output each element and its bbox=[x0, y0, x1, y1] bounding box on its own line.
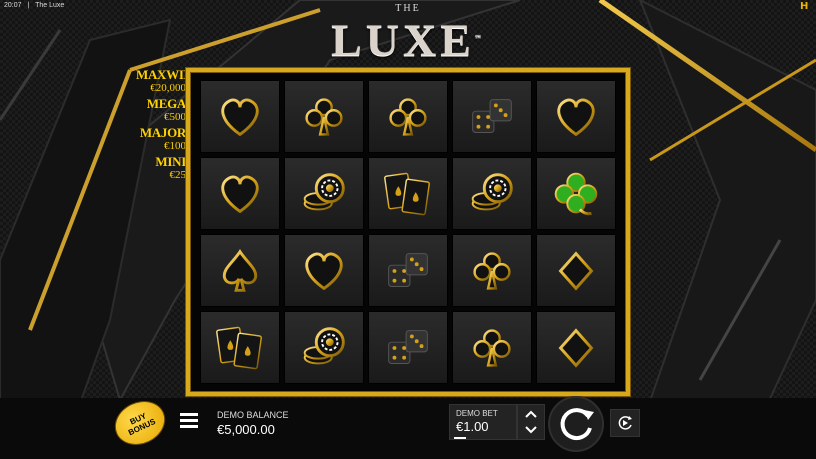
heart-icon bbox=[305, 252, 343, 290]
reel-cell bbox=[284, 80, 364, 153]
jackpot-value: €100 bbox=[164, 140, 186, 152]
reel-cell bbox=[452, 234, 532, 307]
reel-cell bbox=[368, 157, 448, 230]
spin-icon bbox=[560, 408, 594, 441]
chevron-up-icon[interactable] bbox=[518, 405, 544, 422]
reel-cell bbox=[536, 311, 616, 384]
game-logo: THE LUXE™ bbox=[0, 4, 816, 64]
reel-cell bbox=[536, 234, 616, 307]
buy-bonus-label: BUY BONUS bbox=[123, 409, 157, 437]
heart-icon bbox=[221, 175, 259, 213]
reel-cell bbox=[284, 157, 364, 230]
bet-label: DEMO BET bbox=[456, 409, 498, 418]
heart-icon bbox=[557, 98, 595, 136]
jackpot-value: €25 bbox=[169, 169, 187, 181]
heart-icon bbox=[221, 98, 259, 136]
jackpot-mini: MINI €25 bbox=[136, 154, 187, 182]
reel-cell bbox=[200, 80, 280, 153]
logo-luxe: LUXE™ bbox=[0, 14, 816, 64]
reel-cell bbox=[200, 157, 280, 230]
jackpot-value: €500 bbox=[164, 111, 186, 123]
menu-icon[interactable] bbox=[180, 413, 198, 429]
jackpot-name: MAJOR bbox=[139, 125, 186, 140]
spade-icon bbox=[222, 248, 258, 292]
reel-grid bbox=[186, 68, 630, 396]
chips-icon bbox=[303, 172, 345, 210]
bet-value: €1.00 bbox=[456, 419, 489, 434]
jackpot-list: MAXWIN €20,000 MEGA €500 MAJOR €100 MINI… bbox=[136, 67, 193, 184]
reel-cell bbox=[368, 234, 448, 307]
club-icon bbox=[473, 251, 511, 290]
bet-display[interactable]: DEMO BET €1.00 bbox=[449, 404, 517, 440]
chips-icon bbox=[303, 326, 345, 364]
bet-underline bbox=[454, 437, 466, 439]
reel-cell bbox=[452, 80, 532, 153]
jackpot-major: MAJOR €100 bbox=[136, 125, 186, 153]
club-icon bbox=[389, 97, 427, 136]
balance-label: DEMO BALANCE bbox=[217, 410, 289, 420]
reel-cell bbox=[452, 157, 532, 230]
jackpot-value: €20,000 bbox=[150, 82, 186, 94]
dice-icon bbox=[388, 252, 428, 287]
reel-cell bbox=[200, 234, 280, 307]
reel-cell bbox=[284, 311, 364, 384]
logo-the: THE bbox=[395, 3, 421, 14]
logo-main: LUXE bbox=[331, 14, 475, 66]
reel-cell bbox=[200, 311, 280, 384]
club-icon bbox=[473, 328, 511, 367]
reel-cell bbox=[452, 311, 532, 384]
chips-icon bbox=[471, 172, 513, 210]
autoplay-button[interactable] bbox=[610, 409, 640, 437]
reel-cell bbox=[536, 157, 616, 230]
jackpot-name: MINI bbox=[155, 154, 186, 169]
diamond-icon bbox=[558, 327, 594, 368]
reel-cell bbox=[368, 80, 448, 153]
reel-cell bbox=[284, 234, 364, 307]
clover-icon bbox=[554, 172, 598, 215]
autoplay-icon bbox=[618, 416, 632, 430]
dice-icon bbox=[472, 98, 512, 133]
aces-icon bbox=[384, 172, 430, 215]
spin-button[interactable] bbox=[548, 396, 604, 452]
aces-icon bbox=[216, 326, 262, 369]
balance-value: €5,000.00 bbox=[217, 422, 275, 437]
chevron-down-icon[interactable] bbox=[518, 422, 544, 439]
club-icon bbox=[305, 97, 343, 136]
balance-display: DEMO BALANCE €5,000.00 bbox=[217, 410, 289, 438]
jackpot-name: MEGA bbox=[146, 96, 187, 111]
dice-icon bbox=[388, 329, 428, 364]
logo-tm: ™ bbox=[474, 35, 485, 41]
jackpot-mega: MEGA €500 bbox=[136, 96, 187, 124]
bet-stepper bbox=[517, 404, 545, 440]
jackpot-maxwin: MAXWIN €20,000 bbox=[136, 67, 193, 95]
reel-cell bbox=[368, 311, 448, 384]
reel-cell bbox=[536, 80, 616, 153]
diamond-icon bbox=[558, 250, 594, 291]
jackpot-name: MAXWIN bbox=[136, 67, 193, 82]
